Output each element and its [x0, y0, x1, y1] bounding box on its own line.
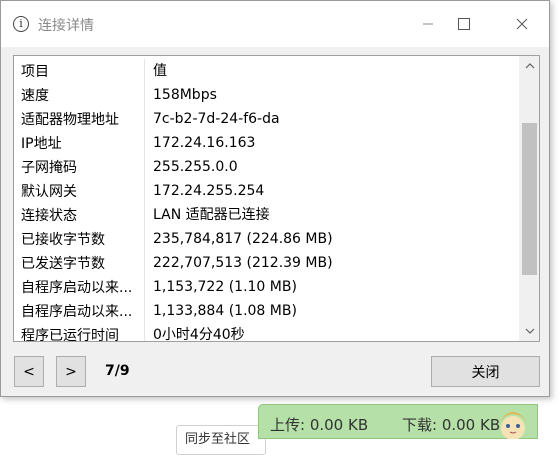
item-key: 连接状态	[21, 208, 77, 224]
item-key: 适配器物理地址	[21, 112, 119, 128]
details-rows: 项目 值 速度 158Mbps 适配器物理地址 7c-b2-7d-24-f6-d…	[14, 59, 519, 342]
header-value[interactable]: 值	[144, 59, 167, 83]
mascot-icon	[499, 412, 527, 439]
item-value: 1,133,884 (1.08 MB)	[144, 299, 297, 323]
item-value: 172.24.16.163	[144, 131, 255, 155]
item-value: 172.24.255.254	[144, 179, 264, 203]
previous-page-button[interactable]: <	[14, 356, 44, 387]
item-key: 已发送字节数	[21, 256, 105, 272]
item-key: 自程序启动以来...	[21, 304, 133, 320]
list-header: 项目 值	[14, 59, 519, 83]
details-list[interactable]: 项目 值 速度 158Mbps 适配器物理地址 7c-b2-7d-24-f6-d…	[13, 55, 540, 342]
close-button[interactable]: 关闭	[431, 356, 540, 387]
list-item[interactable]: 速度 158Mbps	[14, 83, 519, 107]
item-value: 222,707,513 (212.39 MB)	[144, 251, 333, 275]
item-key: 速度	[21, 88, 49, 104]
list-item[interactable]: 程序已运行时间 0小时4分40秒	[14, 323, 519, 342]
item-key: 默认网关	[21, 184, 77, 200]
item-value: 235,784,817 (224.86 MB)	[144, 227, 333, 251]
scrollbar-thumb[interactable]	[522, 123, 537, 275]
item-key: IP地址	[21, 136, 62, 152]
sync-to-community-button[interactable]: 同步至社区	[176, 425, 266, 455]
window-title: 连接详情	[38, 18, 94, 34]
item-value: 255.255.0.0	[144, 155, 238, 179]
item-value: 158Mbps	[144, 83, 217, 107]
item-value: LAN 适配器已连接	[144, 203, 270, 227]
item-value: 7c-b2-7d-24-f6-da	[144, 107, 280, 131]
item-key: 子网掩码	[21, 160, 77, 176]
list-item[interactable]: 已接收字节数 235,784,817 (224.86 MB)	[14, 227, 519, 251]
list-item[interactable]: 适配器物理地址 7c-b2-7d-24-f6-da	[14, 107, 519, 131]
header-key[interactable]: 项目	[14, 61, 144, 81]
list-item[interactable]: 连接状态 LAN 适配器已连接	[14, 203, 519, 227]
scroll-up-button[interactable]	[520, 57, 539, 75]
download-speed: 下载: 0.00 KB	[402, 416, 501, 434]
list-item[interactable]: IP地址 172.24.16.163	[14, 131, 519, 155]
close-window-button[interactable]	[499, 1, 545, 47]
maximize-button[interactable]	[441, 1, 487, 47]
list-item[interactable]: 自程序启动以来... 1,153,722 (1.10 MB)	[14, 275, 519, 299]
item-value: 1,153,722 (1.10 MB)	[144, 275, 297, 299]
maximize-icon	[458, 18, 470, 30]
list-item[interactable]: 已发送字节数 222,707,513 (212.39 MB)	[14, 251, 519, 275]
list-item[interactable]: 默认网关 172.24.255.254	[14, 179, 519, 203]
item-key: 程序已运行时间	[21, 328, 119, 342]
connection-details-dialog: i 连接详情 项目 值 速度 158Mbps 适配器物理地址 7c-b2-7d-…	[0, 0, 550, 397]
close-icon	[516, 18, 528, 30]
vertical-scrollbar[interactable]	[519, 56, 539, 341]
item-key: 已接收字节数	[21, 232, 105, 248]
list-item[interactable]: 子网掩码 255.255.0.0	[14, 155, 519, 179]
title-bar: i 连接详情	[1, 1, 549, 47]
upload-speed: 上传: 0.00 KB	[270, 416, 369, 434]
list-item[interactable]: 自程序启动以来... 1,133,884 (1.08 MB)	[14, 299, 519, 323]
minimize-icon	[423, 23, 433, 25]
chevron-up-icon	[525, 63, 534, 69]
scroll-down-button[interactable]	[520, 322, 539, 340]
item-key: 自程序启动以来...	[21, 280, 133, 296]
next-page-button[interactable]: >	[56, 356, 86, 387]
info-icon: i	[13, 16, 29, 32]
page-indicator: 7/9	[105, 363, 130, 379]
item-value: 0小时4分40秒	[144, 323, 245, 341]
chevron-down-icon	[525, 328, 534, 334]
